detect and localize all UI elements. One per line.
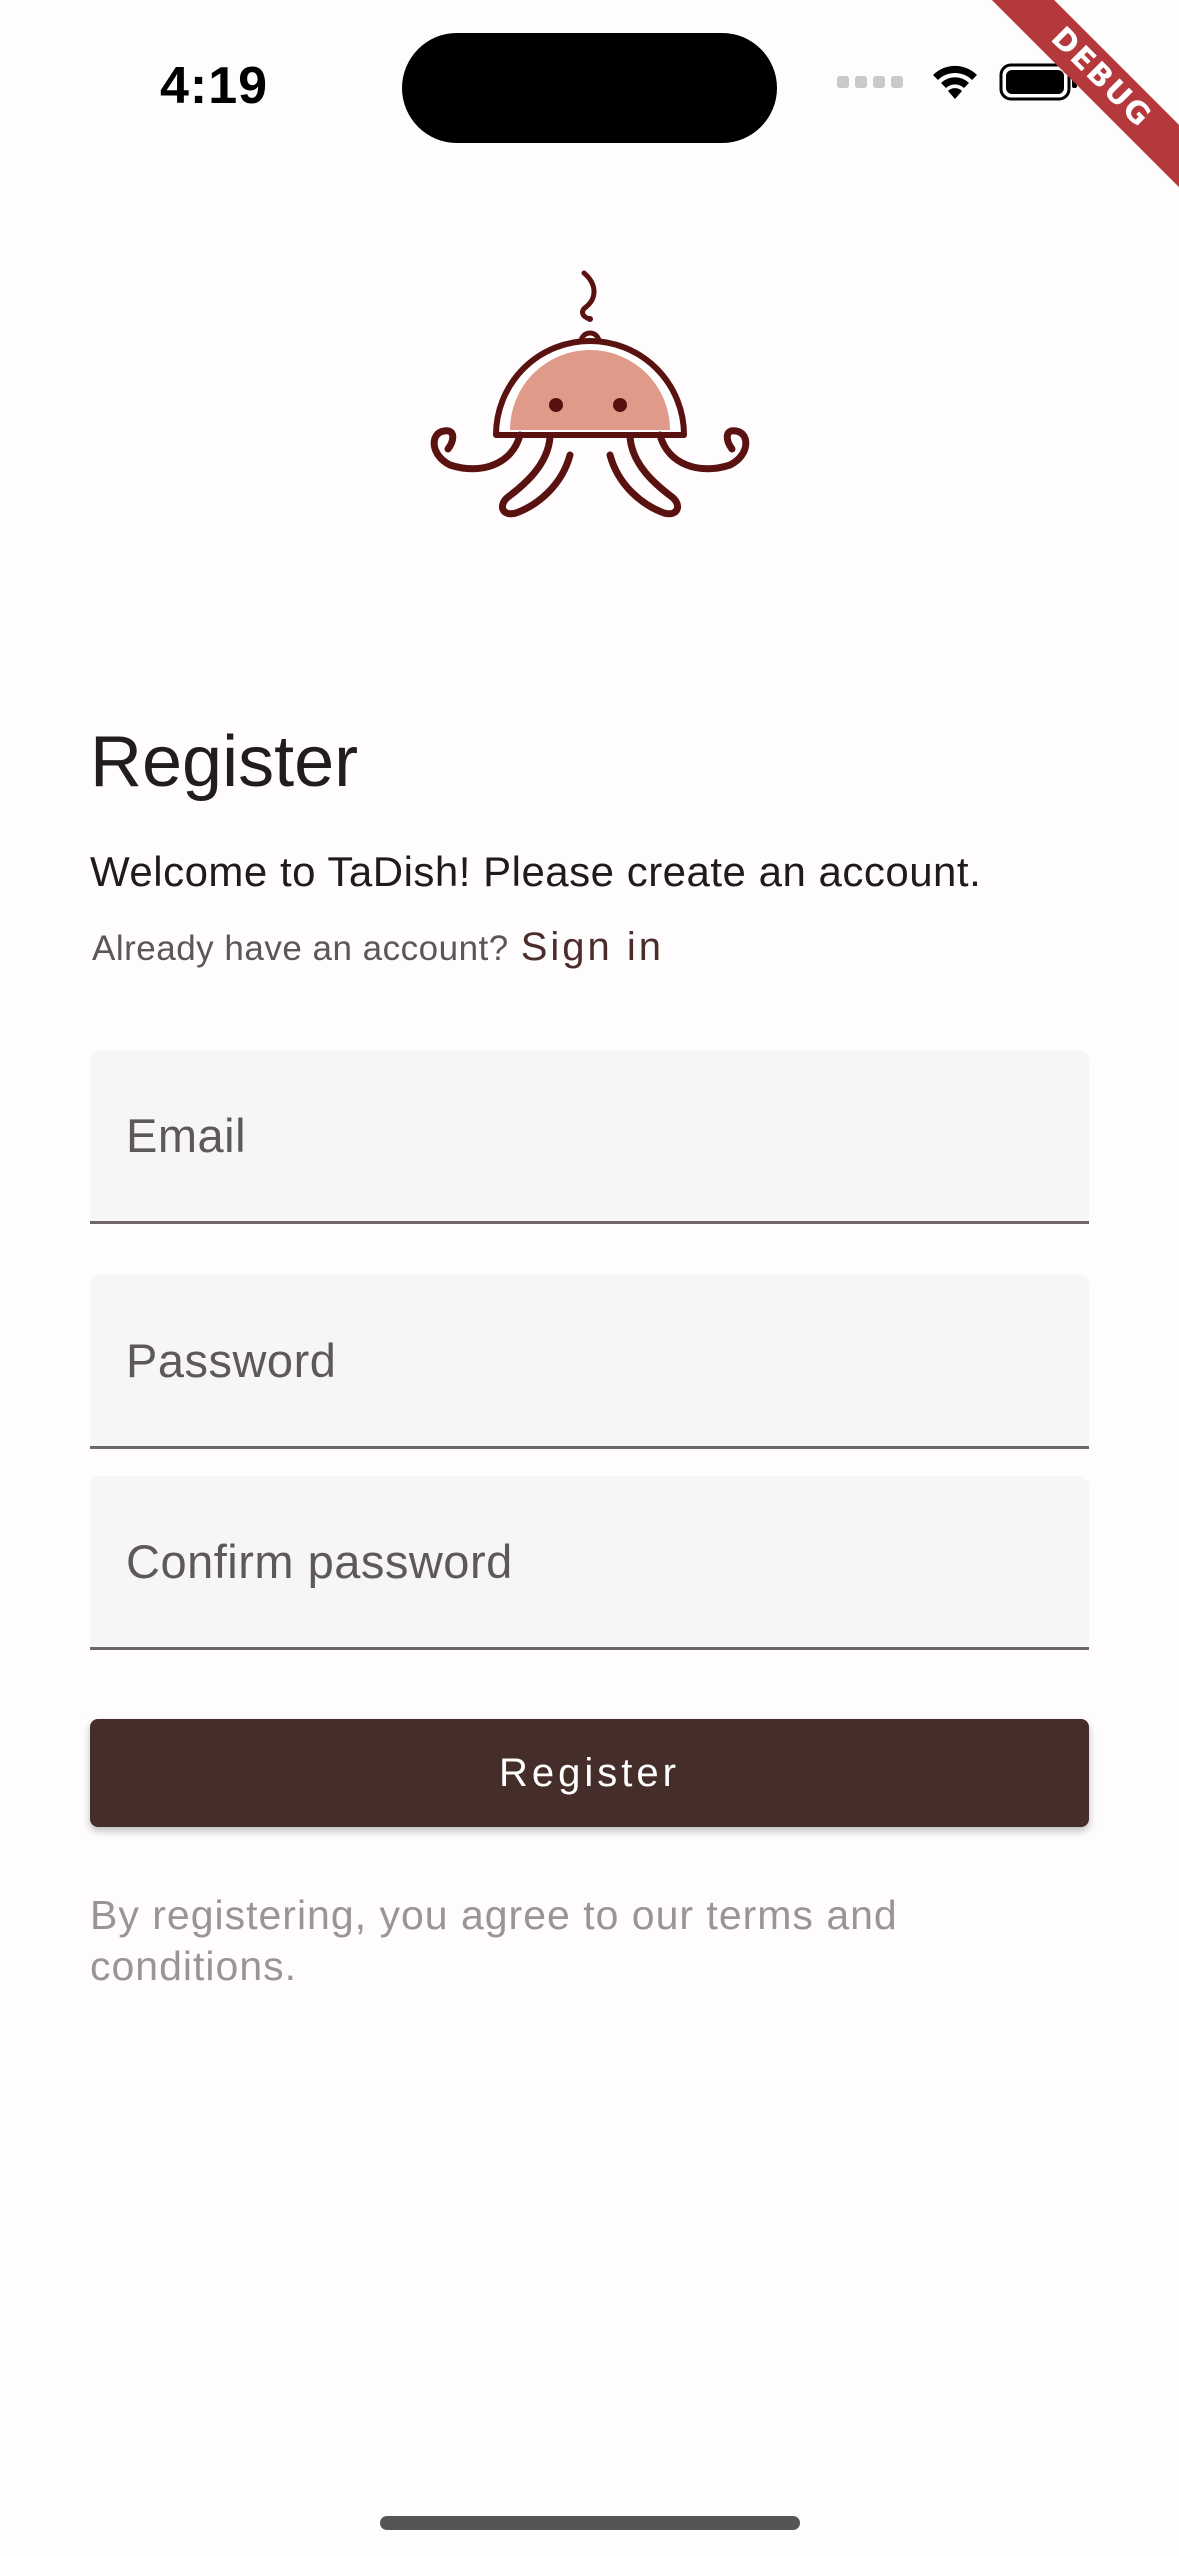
dynamic-island bbox=[402, 33, 777, 143]
signin-prompt: Already have an account? bbox=[92, 929, 509, 968]
terms-notice: By registering, you agree to our terms a… bbox=[90, 1892, 898, 1989]
email-field-container[interactable] bbox=[90, 1050, 1089, 1224]
wifi-icon bbox=[933, 65, 977, 99]
signin-row: Already have an account? Sign in bbox=[92, 925, 664, 970]
tadish-octopus-logo bbox=[430, 270, 750, 518]
signin-link[interactable]: Sign in bbox=[521, 925, 664, 970]
email-field[interactable] bbox=[126, 1050, 1046, 1221]
welcome-message: Welcome to TaDish! Please create an acco… bbox=[90, 848, 982, 895]
cellular-signal-icon bbox=[837, 76, 903, 88]
confirm-password-field[interactable] bbox=[126, 1476, 1046, 1647]
debug-label: DEBUG bbox=[986, 0, 1179, 193]
register-button[interactable]: Register bbox=[90, 1719, 1089, 1827]
status-time: 4:19 bbox=[160, 57, 269, 115]
confirm-password-field-container[interactable] bbox=[90, 1476, 1089, 1650]
password-field[interactable] bbox=[126, 1275, 1046, 1446]
debug-banner: DEBUG bbox=[979, 0, 1179, 200]
password-field-container[interactable] bbox=[90, 1275, 1089, 1449]
page-title: Register bbox=[90, 722, 359, 802]
home-indicator[interactable] bbox=[380, 2516, 800, 2530]
